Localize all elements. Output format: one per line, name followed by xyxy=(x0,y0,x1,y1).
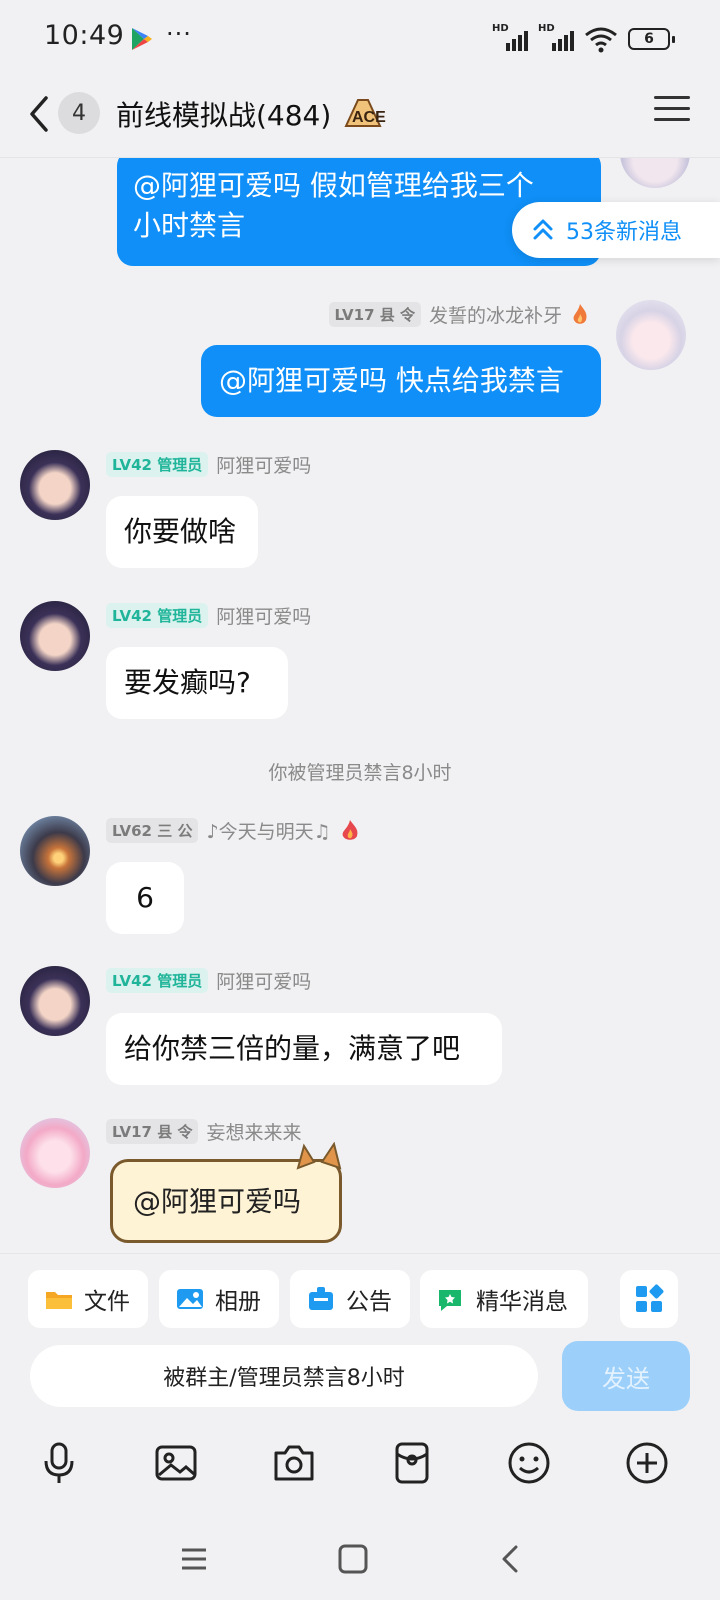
sender-meta: LV62 三 公 ♪今天与明天♫ xyxy=(106,815,361,845)
group-title[interactable]: 前线模拟战(484) xyxy=(116,94,331,134)
unread-count-badge[interactable]: 4 xyxy=(58,92,100,134)
message-bubble[interactable]: @阿狸可爱吗 xyxy=(110,1159,342,1243)
system-nav-bar xyxy=(0,1521,720,1600)
message-bubble[interactable]: @阿狸可爱吗 快点给我禁言 xyxy=(201,345,601,417)
flame-icon xyxy=(573,304,587,324)
sender-meta: LV17 县 令 发誓的冰龙补牙 xyxy=(328,299,590,329)
battery-icon: 6 xyxy=(628,28,675,50)
chat-area[interactable]: @阿狸可爱吗 假如管理给我三个 小时禁言 53条新消息 LV17 县 令 发誓的… xyxy=(0,158,720,1253)
level-badge: LV17 县 令 xyxy=(106,1118,199,1144)
sender-name[interactable]: 阿狸可爱吗 xyxy=(216,967,311,994)
emoji-icon[interactable] xyxy=(505,1439,553,1487)
sender-name[interactable]: 阿狸可爱吗 xyxy=(216,602,311,629)
sender-name[interactable]: 发誓的冰龙补牙 xyxy=(429,301,562,328)
new-messages-button[interactable]: 53条新消息 xyxy=(512,202,720,258)
file-button[interactable]: 文件 xyxy=(28,1270,148,1328)
status-right: HD HD 6 xyxy=(492,23,675,54)
avatar[interactable] xyxy=(616,300,686,370)
album-button[interactable]: 相册 xyxy=(159,1270,279,1328)
avatar[interactable] xyxy=(20,816,90,886)
sender-meta: LV42 管理员 阿狸可爱吗 xyxy=(106,449,311,479)
message-bubble[interactable]: 要发癫吗? xyxy=(106,647,288,719)
status-time: 10:49 xyxy=(44,20,125,51)
sender-name[interactable]: ♪今天与明天♫ xyxy=(206,817,330,844)
avatar[interactable] xyxy=(20,601,90,671)
sender-name[interactable]: 阿狸可爱吗 xyxy=(216,451,311,478)
play-store-icon xyxy=(132,28,152,50)
apps-grid-icon xyxy=(636,1284,664,1312)
new-messages-label: 53条新消息 xyxy=(566,220,682,245)
message-bubble[interactable]: 你要做啥 xyxy=(106,496,258,568)
fire-badge-icon xyxy=(342,820,358,840)
status-bar: 10:49 ··· HD HD 6 xyxy=(0,0,720,78)
level-badge: LV62 三 公 xyxy=(106,817,199,843)
home-icon[interactable] xyxy=(335,1541,371,1577)
message-bubble[interactable]: 给你禁三倍的量，满意了吧 xyxy=(106,1013,502,1085)
double-up-arrow-icon xyxy=(533,219,553,240)
camera-icon[interactable] xyxy=(270,1439,318,1487)
folder-icon xyxy=(46,1292,72,1309)
avatar[interactable] xyxy=(20,450,90,520)
highlights-button[interactable]: 精华消息 xyxy=(420,1270,588,1328)
sender-meta: LV42 管理员 阿狸可爱吗 xyxy=(106,965,311,995)
red-packet-icon[interactable] xyxy=(388,1439,436,1487)
plus-icon[interactable] xyxy=(623,1439,671,1487)
avatar[interactable] xyxy=(20,1118,90,1188)
message-input-muted: 被群主/管理员禁言8小时 xyxy=(30,1345,538,1407)
sender-meta: LV42 管理员 阿狸可爱吗 xyxy=(106,600,311,630)
send-button[interactable]: 发送 xyxy=(562,1341,690,1411)
system-message: 你被管理员禁言8小时 xyxy=(268,762,452,784)
input-row: 被群主/管理员禁言8小时 发送 xyxy=(0,1333,720,1421)
level-badge: LV42 管理员 xyxy=(106,967,209,993)
signal-icon: HD xyxy=(538,23,574,53)
tool-row: 文件 相册 公告 精华消息 xyxy=(0,1253,720,1333)
announcement-button[interactable]: 公告 xyxy=(290,1270,410,1328)
signal-icon: HD xyxy=(492,23,528,53)
message-bubble[interactable]: 6 xyxy=(106,862,184,934)
level-badge: LV42 管理员 xyxy=(106,451,209,477)
wifi-icon xyxy=(585,27,617,53)
level-badge: LV17 县 令 xyxy=(328,301,421,327)
menu-icon[interactable] xyxy=(654,96,690,126)
input-toolbar xyxy=(0,1421,720,1521)
microphone-icon[interactable] xyxy=(35,1439,83,1487)
svg-text:ACE: ACE xyxy=(352,109,386,126)
ace-badge-icon: ACE xyxy=(344,99,386,127)
nav-back-icon[interactable] xyxy=(494,1541,530,1577)
announcement-icon xyxy=(309,1287,333,1310)
more-status-icon: ··· xyxy=(166,20,192,48)
avatar[interactable] xyxy=(20,966,90,1036)
cat-ears-icon xyxy=(296,1142,342,1170)
more-apps-button[interactable] xyxy=(620,1270,678,1328)
back-icon[interactable] xyxy=(20,92,60,136)
sender-meta: LV17 县 令 妄想来来来 xyxy=(106,1116,301,1146)
image-icon[interactable] xyxy=(152,1439,200,1487)
highlights-icon xyxy=(439,1290,461,1311)
level-badge: LV42 管理员 xyxy=(106,602,209,628)
chat-header: 4 前线模拟战(484) ACE xyxy=(0,78,720,158)
sender-name[interactable]: 妄想来来来 xyxy=(206,1118,301,1145)
photo-icon xyxy=(177,1289,203,1309)
avatar[interactable] xyxy=(620,158,690,188)
recent-apps-icon[interactable] xyxy=(176,1541,212,1577)
